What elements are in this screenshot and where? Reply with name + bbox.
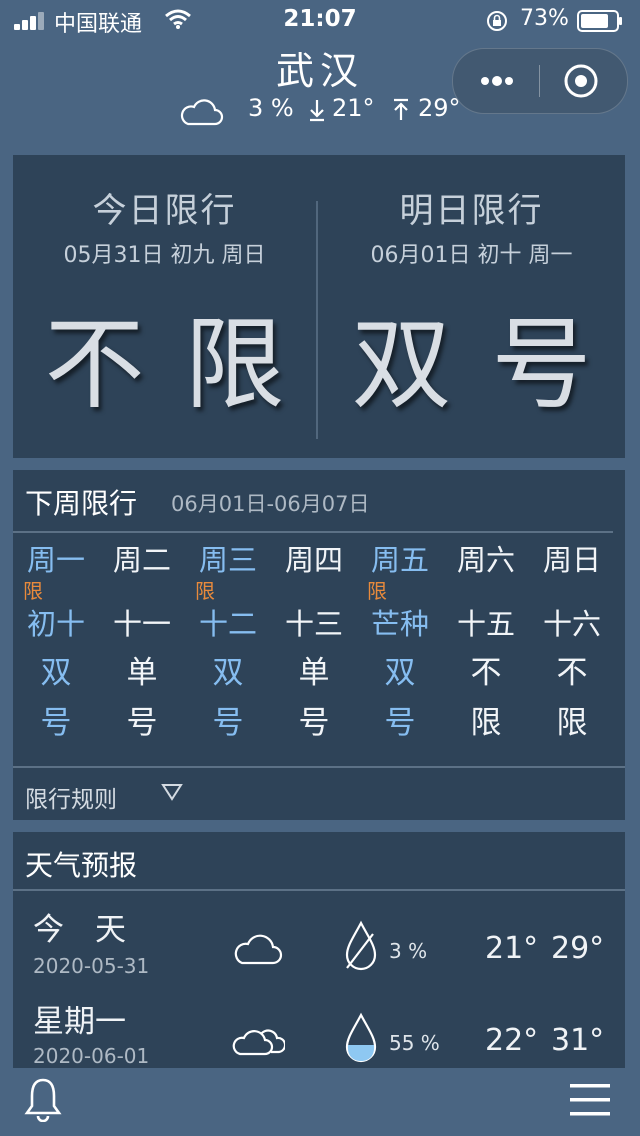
today-value: 不限 bbox=[44, 306, 325, 423]
cloud-icon bbox=[234, 934, 283, 965]
cloud-icon bbox=[180, 99, 224, 126]
current-weather: 3 % 21° 29° bbox=[178, 92, 478, 128]
limit-tag: 限 bbox=[23, 579, 43, 603]
more-icon[interactable] bbox=[477, 71, 517, 91]
lunar-date: 初十 bbox=[26, 607, 85, 641]
forecast-card: 天气预报 今 天 2020-05-31 3 % 21° 29° 星期一 2020… bbox=[13, 832, 625, 1072]
rule-char-1: 不 bbox=[556, 655, 588, 691]
limit-tag: 限 bbox=[195, 579, 215, 603]
limit-tag bbox=[443, 578, 529, 604]
divider bbox=[13, 889, 625, 891]
menu-icon[interactable] bbox=[568, 1080, 612, 1120]
week-day-column: 周三限十二双号 bbox=[185, 542, 271, 748]
next-week-title: 下周限行 bbox=[25, 487, 138, 520]
no-rain-drop-icon bbox=[345, 920, 377, 971]
forecast-low: 22° bbox=[485, 1023, 539, 1058]
lunar-date: 十三 bbox=[284, 607, 343, 641]
forecast-low: 21° bbox=[485, 931, 539, 966]
forecast-precip: 3 % bbox=[389, 939, 428, 963]
tomorrow-title: 明日限行 bbox=[399, 191, 544, 231]
limit-tag bbox=[271, 578, 357, 604]
week-day-column: 周六 十五不限 bbox=[443, 542, 529, 748]
rule-char-1: 双 bbox=[384, 655, 416, 691]
rule-char-2: 号 bbox=[40, 705, 72, 741]
forecast-precip: 55 % bbox=[389, 1031, 440, 1055]
rule-char-1: 双 bbox=[40, 655, 72, 691]
week-day-column: 周日 十六不限 bbox=[529, 542, 615, 748]
forecast-date: 2020-05-31 bbox=[33, 954, 150, 978]
restriction-summary-card: 今日限行 05月31日 初九 周日 不限 明日限行 06月01日 初十 周一 双… bbox=[13, 155, 625, 458]
week-day-column: 周一限初十双号 bbox=[13, 542, 99, 748]
arrow-down-icon bbox=[310, 100, 324, 122]
tomorrow-date: 06月01日 初十 周一 bbox=[370, 243, 573, 268]
orientation-lock-icon bbox=[487, 11, 507, 31]
clouds-icon bbox=[232, 1029, 285, 1056]
next-week-range: 06月01日-06月07日 bbox=[171, 492, 370, 516]
forecast-title: 天气预报 bbox=[25, 849, 138, 882]
tomorrow-value: 双号 bbox=[351, 306, 632, 423]
week-day-column: 周五限芒种双号 bbox=[357, 542, 443, 748]
mini-program-capsule bbox=[452, 48, 628, 114]
rule-char-1: 双 bbox=[212, 655, 244, 691]
week-day-label: 周一 bbox=[26, 543, 85, 577]
forecast-day-name: 星期一 bbox=[33, 1004, 126, 1040]
rule-char-2: 号 bbox=[126, 705, 158, 741]
divider bbox=[13, 531, 613, 533]
lunar-date: 十一 bbox=[112, 607, 171, 641]
bottom-bar bbox=[0, 1068, 640, 1136]
rule-char-2: 号 bbox=[212, 705, 244, 741]
rule-char-1: 单 bbox=[298, 655, 330, 691]
rule-char-1: 不 bbox=[470, 655, 502, 691]
next-week-card: 下周限行 06月01日-06月07日 周一限初十双号周二 十一单号周三限十二双号周… bbox=[13, 470, 625, 820]
today-title: 今日限行 bbox=[92, 191, 237, 231]
high-temp: 29° bbox=[418, 94, 461, 122]
week-day-label: 周二 bbox=[112, 543, 171, 577]
lunar-date: 芒种 bbox=[370, 607, 429, 641]
lunar-date: 十六 bbox=[542, 607, 601, 641]
forecast-high: 31° bbox=[551, 1023, 605, 1058]
week-day-label: 周三 bbox=[198, 543, 257, 577]
status-bar: 中国联通 21:07 73% bbox=[0, 0, 640, 40]
limit-tag bbox=[99, 578, 185, 604]
forecast-day-name: 今 天 bbox=[33, 912, 126, 948]
week-day-column: 周二 十一单号 bbox=[99, 542, 185, 748]
low-temp: 21° bbox=[332, 94, 375, 122]
week-day-column: 周四 十三单号 bbox=[271, 542, 357, 748]
bell-icon[interactable] bbox=[24, 1076, 62, 1122]
rule-char-2: 限 bbox=[470, 705, 502, 741]
close-target-icon[interactable] bbox=[563, 63, 599, 99]
today-date: 05月31日 初九 周日 bbox=[63, 243, 266, 268]
limit-tag bbox=[529, 578, 615, 604]
lunar-date: 十二 bbox=[198, 607, 257, 641]
limit-tag: 限 bbox=[367, 579, 387, 603]
battery-icon bbox=[577, 10, 622, 32]
rules-toggle[interactable]: 限行规则 bbox=[25, 780, 117, 814]
week-day-label: 周四 bbox=[284, 543, 343, 577]
battery-percent: 73% bbox=[520, 6, 569, 31]
rule-char-2: 号 bbox=[384, 705, 416, 741]
divider bbox=[13, 766, 625, 768]
week-day-label: 周五 bbox=[370, 543, 429, 577]
rule-char-2: 限 bbox=[556, 705, 588, 741]
week-day-label: 周日 bbox=[542, 543, 601, 577]
arrow-up-icon bbox=[394, 98, 408, 120]
forecast-high: 29° bbox=[551, 931, 605, 966]
triangle-down-icon[interactable] bbox=[161, 782, 183, 802]
forecast-date: 2020-06-01 bbox=[33, 1044, 150, 1068]
rule-char-1: 单 bbox=[126, 655, 158, 691]
rule-char-2: 号 bbox=[298, 705, 330, 741]
lunar-date: 十五 bbox=[456, 607, 515, 641]
rain-drop-icon bbox=[345, 1012, 377, 1063]
week-day-label: 周六 bbox=[456, 543, 515, 577]
precip-value: 3 % bbox=[248, 94, 294, 122]
